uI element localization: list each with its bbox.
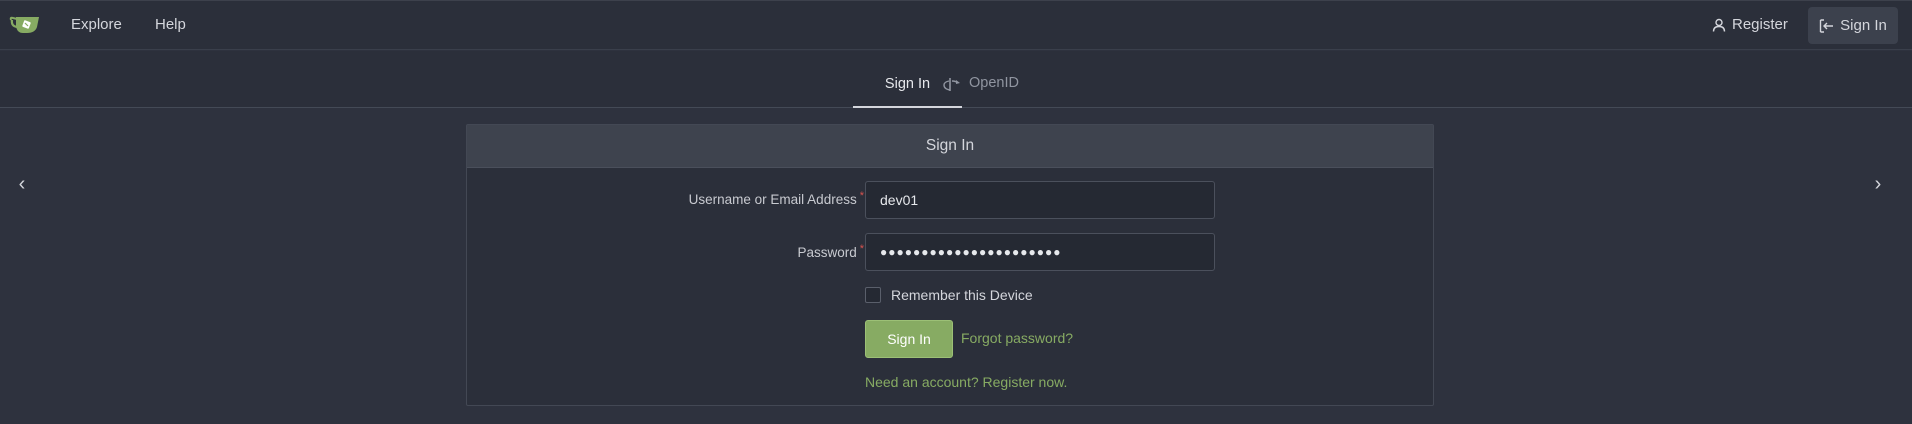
tab-openid[interactable]: OpenID <box>943 51 1023 108</box>
sign-in-card: Sign In Username or Email Address * dev01… <box>466 124 1434 406</box>
password-label-text: Password <box>797 245 857 260</box>
username-label-text: Username or Email Address <box>688 192 857 207</box>
top-navbar: Explore Help Register Sign In <box>0 0 1912 50</box>
nav-explore-link[interactable]: Explore <box>71 1 122 49</box>
username-input[interactable]: dev01 <box>865 181 1215 219</box>
register-now-link[interactable]: Need an account? Register now. <box>865 374 1067 390</box>
forgot-password-link[interactable]: Forgot password? <box>961 330 1073 346</box>
nav-help-link[interactable]: Help <box>155 1 186 49</box>
checkbox-box[interactable] <box>865 287 881 303</box>
card-header: Sign In <box>467 125 1433 168</box>
person-icon <box>1712 18 1726 32</box>
required-mark: * <box>859 243 864 255</box>
sign-in-icon <box>1819 18 1834 33</box>
remember-device-checkbox[interactable]: Remember this Device <box>865 287 1033 303</box>
remember-device-label: Remember this Device <box>891 287 1033 303</box>
required-mark: * <box>859 190 864 202</box>
password-input[interactable]: ●●●●●●●●●●●●●●●●●●●●●● <box>865 233 1215 271</box>
sign-in-submit-button[interactable]: Sign In <box>865 320 953 358</box>
nav-sign-in-label: Sign In <box>1840 17 1887 34</box>
carousel-prev-button[interactable]: ‹ <box>12 173 32 195</box>
gitea-logo-icon[interactable] <box>9 14 41 36</box>
username-label: Username or Email Address * <box>688 190 864 207</box>
auth-tab-bar: Sign In OpenID <box>0 51 1912 108</box>
openid-icon <box>943 76 961 96</box>
nav-register-label: Register <box>1732 16 1788 33</box>
nav-sign-in-button[interactable]: Sign In <box>1808 7 1898 44</box>
password-label: Password * <box>797 243 864 260</box>
nav-register-link[interactable]: Register <box>1712 1 1788 49</box>
carousel-next-button[interactable]: › <box>1868 173 1888 195</box>
tab-openid-label: OpenID <box>969 75 1019 91</box>
tab-sign-in-label: Sign In <box>884 76 931 92</box>
